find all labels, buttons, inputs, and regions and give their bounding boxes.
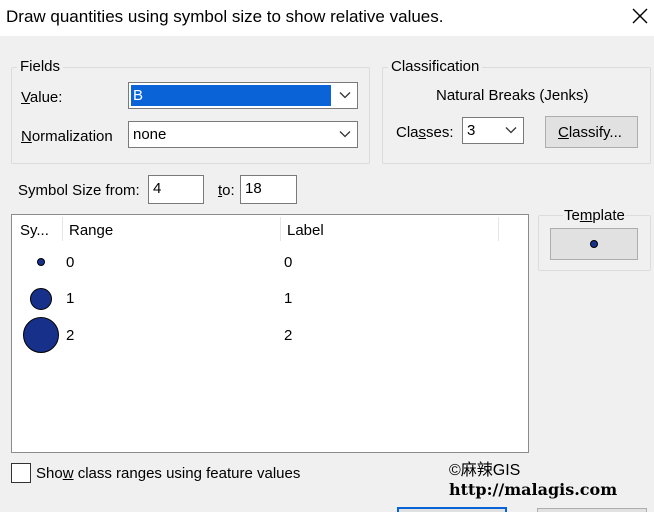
- ok-button-partial[interactable]: [397, 507, 507, 512]
- range-cell[interactable]: 0: [66, 254, 74, 271]
- classification-method: Natural Breaks (Jenks): [436, 87, 589, 104]
- normalization-dropdown[interactable]: none: [128, 121, 358, 148]
- classification-group-label: Classification: [388, 58, 483, 75]
- label-cell[interactable]: 0: [284, 254, 292, 271]
- fields-group-label: Fields: [17, 58, 64, 75]
- value-label: Value:: [21, 89, 63, 106]
- dialog-title: Draw quantities using symbol size to sho…: [6, 7, 444, 26]
- value-field-dropdown[interactable]: B: [128, 82, 358, 109]
- chevron-down-icon: [339, 131, 351, 138]
- column-header-label[interactable]: Label: [287, 222, 324, 239]
- classes-dropdown[interactable]: 3: [462, 117, 524, 144]
- chevron-down-icon: [505, 127, 517, 134]
- show-class-ranges-label[interactable]: Show class ranges using feature values: [36, 465, 300, 482]
- template-label: Template: [563, 207, 626, 224]
- range-cell[interactable]: 1: [66, 290, 74, 307]
- column-header-symbol[interactable]: Sy...: [20, 222, 49, 239]
- symbol-size-from-input[interactable]: 4: [148, 175, 204, 204]
- range-cell[interactable]: 2: [66, 327, 74, 344]
- class-symbol-large-icon[interactable]: [23, 317, 59, 353]
- symbol-size-to-value: 18: [245, 180, 262, 197]
- cancel-button-partial[interactable]: [537, 508, 647, 512]
- value-field-selected: B: [133, 87, 144, 104]
- column-separator[interactable]: [498, 217, 499, 241]
- symbol-size-from-label: Symbol Size from:: [18, 182, 140, 199]
- column-header-range[interactable]: Range: [69, 222, 113, 239]
- classify-button[interactable]: Classify...: [545, 116, 638, 148]
- symbol-size-to-label: to:: [218, 182, 235, 199]
- class-symbol-medium-icon[interactable]: [30, 288, 52, 310]
- normalization-selected: none: [133, 126, 167, 143]
- template-symbol-button[interactable]: [550, 228, 638, 260]
- chevron-down-icon: [339, 92, 351, 99]
- label-cell[interactable]: 1: [284, 290, 292, 307]
- watermark-copyright: ©麻辣GIS: [449, 462, 521, 479]
- classify-button-label: Classify...: [558, 124, 622, 141]
- show-class-ranges-checkbox[interactable]: [11, 463, 31, 483]
- classes-selected: 3: [467, 122, 476, 139]
- column-separator[interactable]: [280, 217, 281, 241]
- classes-label: Classes:: [396, 124, 454, 141]
- template-symbol-icon: [590, 240, 598, 248]
- label-cell[interactable]: 2: [284, 327, 292, 344]
- column-separator[interactable]: [62, 217, 63, 241]
- watermark-url: http://malagis.com: [449, 480, 618, 499]
- symbol-size-from-value: 4: [153, 180, 162, 197]
- symbol-size-to-input[interactable]: 18: [240, 175, 297, 204]
- value-selection-highlight: [131, 85, 331, 106]
- class-symbol-small-icon[interactable]: [37, 258, 45, 266]
- close-icon[interactable]: [628, 4, 652, 28]
- symbol-class-list[interactable]: Sy... Range Label 0 0 1 1 2 2: [11, 214, 529, 453]
- normalization-label: Normalization: [21, 128, 113, 145]
